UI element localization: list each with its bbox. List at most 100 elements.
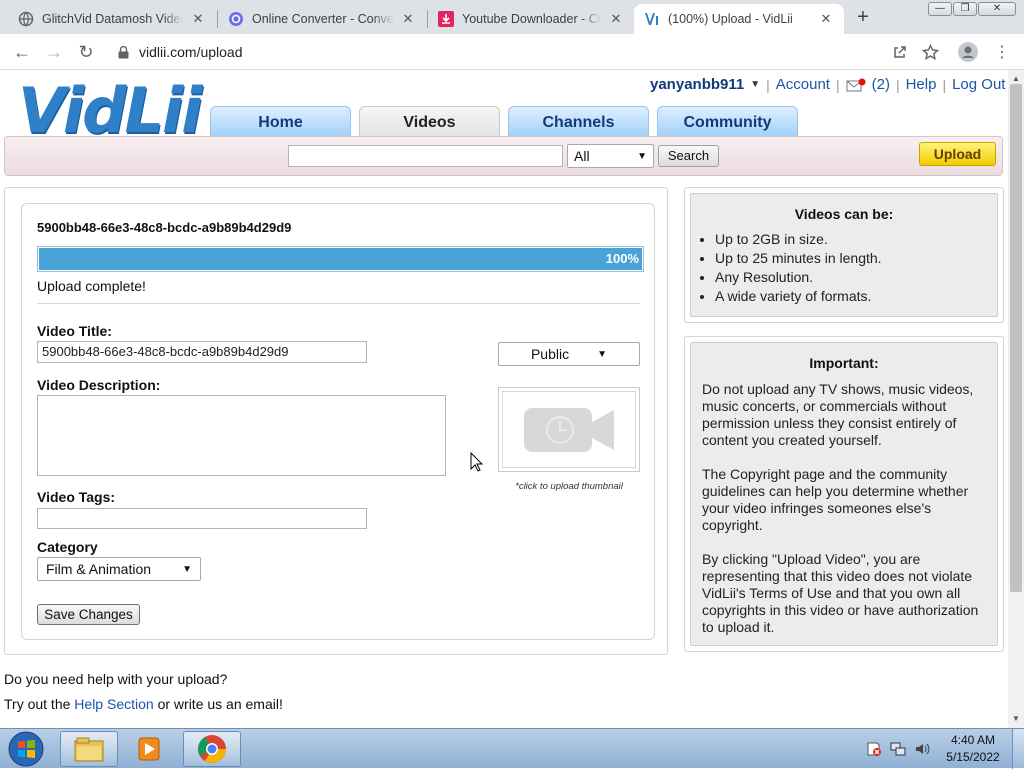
important-paragraph-2: The Copyright page and the community gui… bbox=[702, 466, 969, 533]
chevron-down-icon[interactable]: ▼ bbox=[750, 79, 760, 90]
network-icon[interactable] bbox=[890, 741, 906, 760]
start-button[interactable] bbox=[4, 730, 48, 768]
menu-kebab-icon[interactable]: ⋮ bbox=[990, 40, 1014, 64]
vidlii-favicon-icon bbox=[644, 11, 660, 27]
inbox-count[interactable]: (2) bbox=[872, 76, 890, 93]
upload-button[interactable]: Upload bbox=[919, 142, 996, 166]
maximize-button[interactable]: ❐ bbox=[953, 2, 977, 16]
globe-icon bbox=[18, 11, 34, 27]
windows-start-icon bbox=[8, 731, 44, 767]
search-input[interactable] bbox=[288, 145, 563, 167]
action-center-icon[interactable] bbox=[866, 741, 882, 760]
nav-tab-community[interactable]: Community bbox=[657, 106, 798, 138]
chevron-down-icon: ▼ bbox=[637, 150, 647, 162]
folder-icon bbox=[74, 737, 104, 762]
file-explorer-taskbar-button[interactable] bbox=[60, 731, 118, 767]
inbox-mail-icon[interactable] bbox=[846, 78, 866, 92]
important-paragraph-1: Do not upload any TV shows, music videos… bbox=[702, 381, 974, 448]
clock-date[interactable]: 5/15/2022 bbox=[940, 750, 1006, 764]
chrome-taskbar-button[interactable] bbox=[183, 731, 241, 767]
list-item: Any Resolution. bbox=[715, 268, 882, 287]
progress-fill bbox=[39, 248, 642, 270]
videos-can-be-box: Videos can be: Up to 2GB in size. Up to … bbox=[690, 193, 998, 317]
browser-tab-glitchvid[interactable]: GlitchVid Datamosh Videos ✕ bbox=[8, 4, 216, 34]
search-scope-select[interactable]: All ▼ bbox=[567, 144, 654, 168]
thumbnail-hint: *click to upload thumbnail bbox=[515, 481, 623, 492]
divider bbox=[37, 303, 640, 304]
share-icon[interactable] bbox=[888, 40, 912, 64]
account-link[interactable]: Account bbox=[776, 76, 830, 93]
tab-title: Online Converter - Convert bbox=[252, 12, 394, 26]
help-question: Do you need help with your upload? bbox=[4, 671, 228, 687]
clock-time[interactable]: 4:40 AM bbox=[940, 733, 1006, 747]
close-window-button[interactable]: ✕ bbox=[978, 2, 1016, 16]
chevron-down-icon: ▼ bbox=[597, 348, 608, 360]
email-link[interactable]: an email! bbox=[226, 696, 283, 712]
file-id: 5900bb48-66e3-48c8-bcdc-a9b89b4d29d9 bbox=[37, 220, 292, 235]
show-desktop-button[interactable] bbox=[1012, 729, 1024, 769]
address-bar[interactable]: vidlii.com/upload bbox=[108, 38, 948, 66]
page-content: VidLii yanyanbb911 ▼ | Account | (2) | H… bbox=[0, 70, 1008, 728]
mouse-cursor-icon bbox=[470, 451, 484, 475]
privacy-select[interactable]: Public ▼ bbox=[498, 342, 640, 366]
privacy-value: Public bbox=[530, 346, 570, 362]
scroll-down-icon[interactable]: ▼ bbox=[1012, 714, 1020, 723]
media-player-icon bbox=[138, 737, 160, 761]
new-tab-button[interactable]: + bbox=[852, 6, 874, 28]
chrome-icon bbox=[198, 735, 226, 763]
category-label: Category bbox=[37, 539, 98, 555]
thumbnail-upload[interactable] bbox=[498, 387, 640, 472]
search-button[interactable]: Search bbox=[658, 145, 719, 167]
help-section-link[interactable]: Help Section bbox=[74, 696, 153, 712]
forward-icon[interactable]: → bbox=[42, 40, 66, 64]
download-icon bbox=[438, 11, 454, 27]
profile-avatar-icon[interactable] bbox=[956, 40, 980, 64]
important-paragraph-3: By clicking "Upload Video", you are repr… bbox=[702, 551, 979, 635]
progress-label: 100% bbox=[605, 251, 639, 266]
help-link[interactable]: Help bbox=[906, 76, 937, 93]
search-bar: All ▼ Search Upload bbox=[4, 136, 1003, 176]
upload-status: Upload complete! bbox=[37, 278, 146, 294]
video-tags-label: Video Tags: bbox=[37, 489, 116, 505]
video-tags-input[interactable] bbox=[37, 508, 367, 529]
browser-tab-vidlii-upload[interactable]: (100%) Upload - VidLii ✕ bbox=[634, 4, 844, 34]
category-value: Film & Animation bbox=[46, 561, 152, 577]
video-title-input[interactable]: 5900bb48-66e3-48c8-bcdc-a9b89b4d29d9 bbox=[37, 341, 367, 363]
scrollbar-thumb[interactable] bbox=[1010, 84, 1022, 592]
username-link[interactable]: yanyanbb911 bbox=[650, 76, 744, 93]
close-icon[interactable]: ✕ bbox=[190, 11, 206, 27]
nav-tab-videos[interactable]: Videos bbox=[359, 106, 500, 138]
save-changes-button[interactable]: Save Changes bbox=[37, 604, 140, 625]
reload-icon[interactable]: ↻ bbox=[74, 40, 98, 64]
videos-can-be-panel: Videos can be: Up to 2GB in size. Up to … bbox=[684, 187, 1004, 323]
important-heading: Important: bbox=[809, 355, 879, 371]
url-text: vidlii.com/upload bbox=[139, 44, 243, 60]
tab-title: Youtube Downloader - Con bbox=[462, 12, 602, 26]
chevron-down-icon: ▼ bbox=[182, 563, 192, 575]
video-description-textarea[interactable] bbox=[37, 395, 446, 476]
minimize-button[interactable]: — bbox=[928, 2, 952, 16]
list-item: Up to 2GB in size. bbox=[715, 230, 882, 249]
browser-tab-online-converter[interactable]: Online Converter - Convert ✕ bbox=[218, 4, 426, 34]
close-icon[interactable]: ✕ bbox=[818, 11, 834, 27]
nav-tab-home[interactable]: Home bbox=[210, 106, 351, 138]
upload-progress-bar: 100% bbox=[37, 246, 644, 272]
list-item: Up to 25 minutes in length. bbox=[715, 249, 882, 268]
video-title-label: Video Title: bbox=[37, 323, 112, 339]
bookmark-star-icon[interactable] bbox=[918, 40, 942, 64]
browser-tab-strip: GlitchVid Datamosh Videos ✕ Online Conve… bbox=[0, 0, 1024, 34]
help-prefix: Try out the bbox=[4, 696, 71, 712]
nav-tab-channels[interactable]: Channels bbox=[508, 106, 649, 138]
media-player-taskbar-button[interactable] bbox=[120, 731, 178, 767]
browser-tab-youtube-downloader[interactable]: Youtube Downloader - Con ✕ bbox=[428, 4, 634, 34]
windows-taskbar: 4:40 AM 5/15/2022 bbox=[0, 728, 1024, 769]
converter-icon bbox=[228, 11, 244, 27]
close-icon[interactable]: ✕ bbox=[608, 11, 624, 27]
logout-link[interactable]: Log Out bbox=[952, 76, 1005, 93]
category-select[interactable]: Film & Animation ▼ bbox=[37, 557, 201, 581]
volume-icon[interactable] bbox=[914, 741, 930, 760]
video-description-label: Video Description: bbox=[37, 377, 161, 393]
back-icon[interactable]: ← bbox=[10, 40, 34, 64]
close-icon[interactable]: ✕ bbox=[400, 11, 416, 27]
scroll-up-icon[interactable]: ▲ bbox=[1012, 74, 1020, 83]
